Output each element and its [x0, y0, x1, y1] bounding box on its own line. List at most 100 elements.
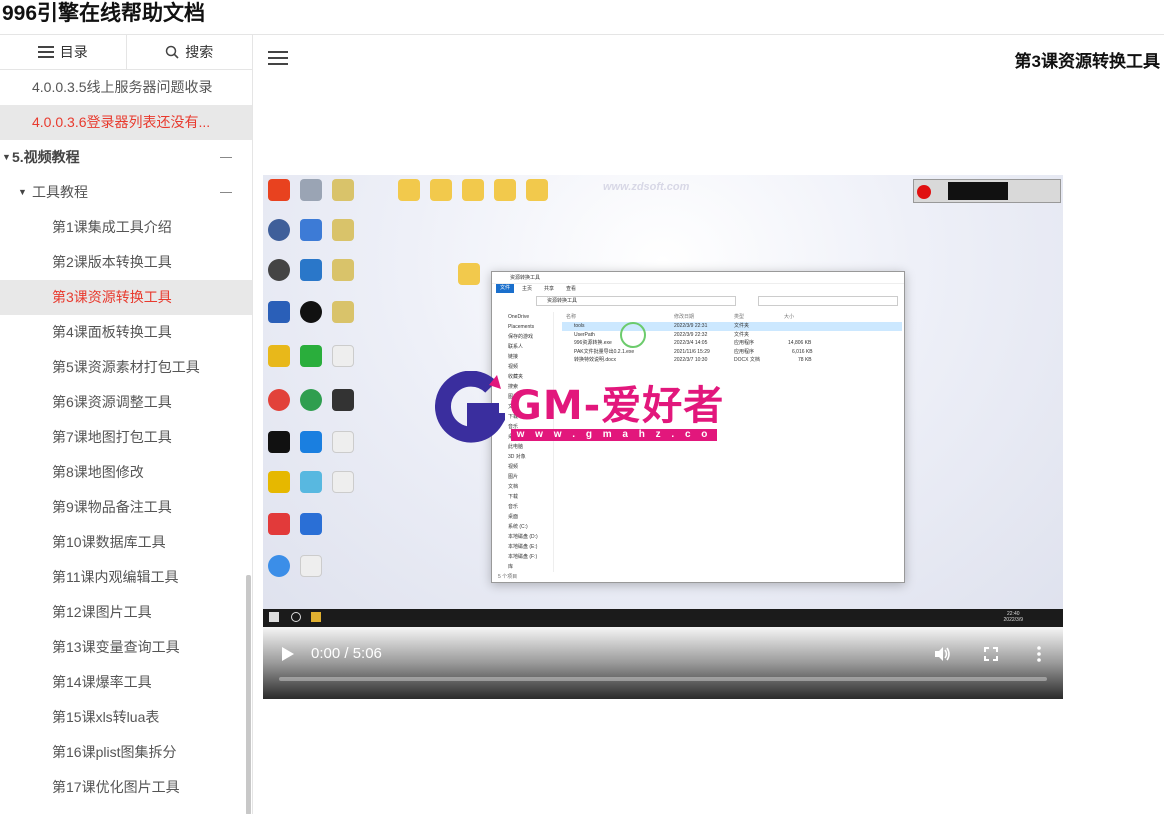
- toc-item-label: 第2课版本转换工具: [52, 254, 172, 270]
- file-type: 应用程序: [734, 340, 755, 346]
- fullscreen-icon[interactable]: [982, 645, 1000, 663]
- folder-icon: [489, 179, 521, 201]
- toc-item-lesson-14[interactable]: 第14课爆率工具: [0, 665, 252, 700]
- more-options-icon[interactable]: [1030, 645, 1048, 663]
- desktop-icon: [263, 345, 295, 367]
- col-type: 类型: [734, 314, 745, 320]
- toc-item-label: 第3课资源转换工具: [52, 289, 172, 305]
- file-size: 14,806 KB: [788, 340, 812, 346]
- toc-item-label: 第12课图片工具: [52, 604, 152, 620]
- taskbar-app-icon: [311, 612, 321, 622]
- volume-icon[interactable]: [933, 645, 951, 663]
- tab-toc[interactable]: 目录: [0, 35, 126, 69]
- toc-item-lesson-2[interactable]: 第2课版本转换工具: [0, 245, 252, 280]
- desktop-icon: [327, 431, 359, 453]
- toc-item-label: 第16课plist图集拆分: [52, 744, 177, 760]
- desktop-icon: [295, 301, 327, 323]
- nav-item: 桌面: [508, 514, 519, 520]
- menu-toggle-icon[interactable]: [268, 50, 288, 66]
- recorder-toolbar: [913, 179, 1061, 203]
- desktop-icon: [263, 259, 295, 281]
- desktop-icon: [327, 219, 359, 241]
- tab-search[interactable]: 搜索: [125, 35, 253, 69]
- desktop-icon: [263, 179, 295, 201]
- ribbon-tab-share: 共享: [544, 286, 555, 292]
- nav-item: 本地磁盘 (F:): [508, 554, 538, 560]
- file-size: 6,016 KB: [792, 348, 813, 355]
- caret-down-icon[interactable]: ▼: [18, 175, 27, 210]
- file-list-header: 名称 修改日期 类型 大小: [562, 312, 902, 322]
- file-type: 文件夹: [734, 331, 750, 338]
- nav-item: 视频: [508, 464, 519, 470]
- toc-item-label: 第4课面板转换工具: [52, 324, 172, 340]
- recorder-display: [948, 182, 1008, 200]
- toc-item-lesson-11[interactable]: 第11课内观编辑工具: [0, 560, 252, 595]
- nav-item: OneDrive: [508, 314, 530, 320]
- frame-watermark: www.zdsoft.com: [603, 181, 690, 193]
- toc-item-server-issues[interactable]: 4.0.0.3.5线上服务器问题收录: [0, 70, 252, 105]
- toc-item-label: 第11课内观编辑工具: [52, 569, 179, 585]
- toc-item-lesson-15[interactable]: 第15课xls转lua表: [0, 700, 252, 735]
- play-icon[interactable]: [281, 646, 295, 662]
- toc-item-label: 第1课集成工具介绍: [52, 219, 172, 235]
- video-progress-bar[interactable]: [279, 677, 1047, 681]
- toc-item-lesson-8[interactable]: 第8课地图修改: [0, 455, 252, 490]
- file-size: 78 KB: [798, 357, 812, 363]
- folder-icon: [521, 179, 553, 201]
- gm-logo-text: GM-爱好者: [509, 383, 725, 429]
- nav-item: 下载: [508, 494, 519, 500]
- toc-item-launcher-list[interactable]: 4.0.0.3.6登录器列表还没有...: [0, 105, 252, 140]
- caret-down-icon[interactable]: ▼: [2, 140, 11, 175]
- desktop-icon: [327, 259, 359, 281]
- toc-item-lesson-10[interactable]: 第10课数据库工具: [0, 525, 252, 560]
- file-name: PAK文件批量导出0.2.1.exe: [574, 348, 635, 355]
- file-name: UserPath: [574, 331, 595, 338]
- tab-toc-label: 目录: [59, 44, 88, 60]
- toc-item-tool-tutorials[interactable]: ▼ 工具教程: [0, 175, 252, 210]
- desktop-icon: [263, 555, 295, 577]
- nav-item: 链接: [508, 354, 519, 360]
- toc-item-lesson-12[interactable]: 第12课图片工具: [0, 595, 252, 630]
- toc-item-label: 第15课xls转lua表: [52, 709, 160, 725]
- desktop-icon: [295, 345, 327, 367]
- file-row: PAK文件批量导出0.2.1.exe 2021/11/6 15:29 应用程序 …: [562, 348, 902, 357]
- sidebar-scrollbar[interactable]: [246, 575, 251, 814]
- nav-item: 库: [508, 564, 514, 570]
- toc-item-lesson-4[interactable]: 第4课面板转换工具: [0, 315, 252, 350]
- toc-item-lesson-7[interactable]: 第7课地图打包工具: [0, 420, 252, 455]
- collapse-icon[interactable]: [220, 192, 232, 193]
- clock-date: 2022/3/9: [1003, 617, 1023, 623]
- toc-item-lesson-5[interactable]: 第5课资源素材打包工具: [0, 350, 252, 385]
- explorer-address: 资源转换工具: [536, 296, 736, 306]
- video-frame[interactable]: www.zdsoft.com 资源转换工具 文件 主页 共享 查看 资源转换工具…: [263, 175, 1063, 609]
- toc-item-label: 工具教程: [32, 184, 88, 200]
- toc-item-label: 4.0.0.3.6登录器列表还没有...: [32, 114, 211, 130]
- toc-item-video-tutorials[interactable]: ▼ 5.视频教程: [0, 140, 252, 175]
- video-player[interactable]: www.zdsoft.com 资源转换工具 文件 主页 共享 查看 资源转换工具…: [263, 175, 1063, 699]
- collapse-icon[interactable]: [220, 157, 232, 158]
- file-type: 应用程序: [734, 348, 755, 355]
- toc-item-lesson-17[interactable]: 第17课优化图片工具: [0, 770, 252, 805]
- toc-item-lesson-1[interactable]: 第1课集成工具介绍: [0, 210, 252, 245]
- toc-item-label: 5.视频教程: [12, 149, 80, 165]
- toc-item-lesson-13[interactable]: 第13课变量查询工具: [0, 630, 252, 665]
- explorer-ribbon: 文件 主页 共享 查看: [492, 284, 904, 294]
- desktop-icon: [263, 431, 295, 453]
- toc-item-label: 第7课地图打包工具: [52, 429, 172, 445]
- taskbar-clock: 22:40 2022/3/9: [1004, 611, 1023, 623]
- toc-item-lesson-6[interactable]: 第6课资源调整工具: [0, 385, 252, 420]
- explorer-status: 5 个项目: [498, 574, 518, 580]
- desktop-icon: [327, 179, 359, 201]
- toc-item-lesson-9[interactable]: 第9课物品备注工具: [0, 490, 252, 525]
- toc-item-label: 第14课爆率工具: [52, 674, 152, 690]
- col-date: 修改日期: [674, 314, 695, 320]
- desktop-icon: [263, 219, 295, 241]
- nav-item: 本地磁盘 (D:): [508, 534, 538, 540]
- file-type: DOCX 文档: [734, 357, 760, 363]
- file-date: 2022/3/7 10:30: [674, 357, 708, 363]
- toc-item-lesson-16[interactable]: 第16课plist图集拆分: [0, 735, 252, 770]
- file-row: tools 2022/3/9 22:31 文件夹: [562, 322, 902, 331]
- gm-logo-url: w w w . g m a h z . c o m: [511, 429, 717, 452]
- toc-item-lesson-3[interactable]: 第3课资源转换工具: [0, 280, 252, 315]
- desktop-icon: [295, 389, 327, 411]
